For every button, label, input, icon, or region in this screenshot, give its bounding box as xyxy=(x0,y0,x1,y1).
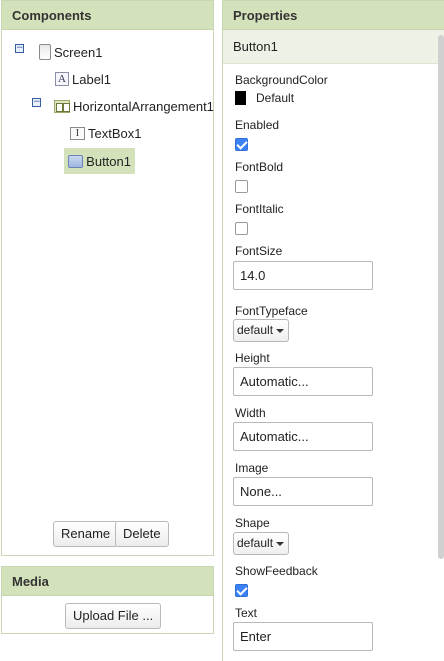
tree-node-label: TextBox1 xyxy=(88,125,142,141)
textbox-icon: I xyxy=(70,126,85,140)
properties-panel: Properties Button1 BackgroundColor Defau… xyxy=(222,0,444,661)
enabled-label: Enabled xyxy=(235,118,280,132)
media-panel: Media Upload File ... xyxy=(1,566,214,634)
tree-node-label: Screen1 xyxy=(54,44,103,60)
collapse-horizontal-arrangement-icon[interactable]: − xyxy=(32,98,41,107)
image-label: Image xyxy=(235,461,269,475)
delete-button[interactable]: Delete xyxy=(115,521,169,547)
text-label: Text xyxy=(235,606,258,620)
height-label: Height xyxy=(235,351,270,365)
image-picker[interactable]: None... xyxy=(233,477,373,506)
tree-node-label: Button1 xyxy=(86,153,131,169)
shape-dropdown[interactable]: default xyxy=(233,532,290,555)
show-feedback-label: ShowFeedback xyxy=(235,564,318,578)
label-icon: A xyxy=(55,72,69,86)
font-size-input[interactable]: 14.0 xyxy=(233,261,373,290)
media-header: Media xyxy=(2,567,213,596)
properties-header: Properties xyxy=(223,1,444,30)
font-size-label: FontSize xyxy=(235,244,283,258)
height-input[interactable]: Automatic... xyxy=(233,367,373,396)
chevron-down-icon xyxy=(276,328,285,333)
font-italic-checkbox[interactable] xyxy=(235,222,248,235)
background-color-value: Default xyxy=(256,91,295,105)
enabled-checkbox[interactable] xyxy=(235,138,248,151)
horizontal-arrangement-icon xyxy=(54,99,70,113)
components-panel: Components − Screen1 A Label1 − Horizont… xyxy=(1,0,214,556)
components-header: Components xyxy=(2,1,213,30)
font-typeface-label: FontTypeface xyxy=(235,304,308,318)
button-icon xyxy=(68,154,84,168)
color-swatch xyxy=(235,91,246,105)
text-input[interactable]: Enter xyxy=(233,622,373,651)
font-bold-checkbox[interactable] xyxy=(235,180,248,193)
background-color-picker[interactable]: Default xyxy=(235,91,294,105)
tree-node-horizontal-arrangement1[interactable]: HorizontalArrangement1 xyxy=(54,94,214,118)
font-typeface-value: default xyxy=(237,323,274,337)
designer-root: Components − Screen1 A Label1 − Horizont… xyxy=(0,0,444,661)
width-label: Width xyxy=(235,406,266,420)
upload-file-button[interactable]: Upload File ... xyxy=(65,603,162,629)
tree-node-button1[interactable]: Button1 xyxy=(64,148,135,174)
chevron-down-icon xyxy=(276,541,285,546)
tree-node-textbox1[interactable]: I TextBox1 xyxy=(70,121,141,145)
font-italic-label: FontItalic xyxy=(235,202,284,216)
width-input[interactable]: Automatic... xyxy=(233,422,373,451)
shape-label: Shape xyxy=(235,516,270,530)
tree-node-label1[interactable]: A Label1 xyxy=(55,67,111,91)
font-bold-label: FontBold xyxy=(235,160,284,174)
screen-icon xyxy=(39,44,51,60)
tree-node-screen1[interactable]: Screen1 xyxy=(38,40,102,64)
font-typeface-dropdown[interactable]: default xyxy=(233,319,290,342)
selected-component-name: Button1 xyxy=(223,30,444,64)
properties-scrollbar[interactable] xyxy=(438,35,444,559)
rename-button[interactable]: Rename xyxy=(53,521,119,547)
collapse-screen1-icon[interactable]: − xyxy=(15,44,24,53)
tree-node-label: Label1 xyxy=(72,71,112,87)
tree-node-label: HorizontalArrangement1 xyxy=(73,98,214,114)
show-feedback-checkbox[interactable] xyxy=(235,584,248,597)
background-color-label: BackgroundColor xyxy=(235,73,328,87)
shape-value: default xyxy=(237,536,274,550)
